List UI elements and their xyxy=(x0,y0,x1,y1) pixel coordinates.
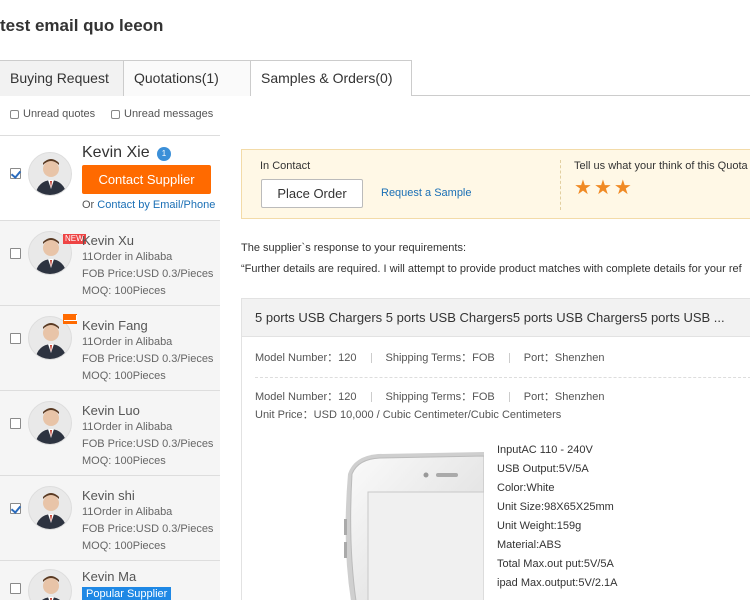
supplier-item[interactable]: Kevin Luo 11Order in Alibaba FOB Price:U… xyxy=(0,391,220,476)
port: Port：Shenzhen xyxy=(523,391,605,403)
feedback-prompt: Tell us what your think of this Quota xyxy=(574,160,748,172)
supplier-item-active[interactable]: Kevin Xie 1 Contact Supplier Or Contact … xyxy=(0,136,220,221)
product-title[interactable]: 5 ports USB Chargers 5 ports USB Charger… xyxy=(242,299,750,337)
supplier-item[interactable]: Kevin Fang 11Order in Alibaba FOB Price:… xyxy=(0,306,220,391)
unit-price: Unit Price：USD 10,000 / Cubic Centimeter… xyxy=(255,409,562,421)
filter-label: Unread quotes xyxy=(23,108,96,120)
place-order-button[interactable]: Place Order xyxy=(261,179,363,208)
contact-alternative: Or Contact by Email/Phone xyxy=(82,199,215,211)
mail-icon xyxy=(63,314,77,324)
port: Port：Shenzhen xyxy=(523,352,605,364)
supplier-name: Kevin Xu xyxy=(82,233,135,248)
unread-quotes-checkbox[interactable] xyxy=(10,109,19,119)
in-contact-panel: In Contact Place Order Request a Sample … xyxy=(241,149,750,219)
feature-item: Color:White xyxy=(497,482,555,494)
feature-item: Total Max.out put:5V/5A xyxy=(497,558,614,570)
response-text: “Further details are required. I will at… xyxy=(241,263,742,275)
supplier-orders: 11Order in Alibaba xyxy=(82,336,173,348)
feature-item: Material:ABS xyxy=(497,539,562,551)
supplier-moq: MOQ: 100Pieces xyxy=(82,540,166,552)
filter-label: Unread messages xyxy=(124,108,214,120)
divider xyxy=(560,160,561,210)
tab-label: Quotations(1) xyxy=(134,70,219,86)
avatar xyxy=(28,569,72,600)
supplier-list: Kevin Xie 1 Contact Supplier Or Contact … xyxy=(0,135,220,600)
popular-supplier-badge: Popular Supplier xyxy=(82,587,172,600)
supplier-name: Kevin Luo xyxy=(82,403,140,418)
tab-samples-orders[interactable]: Samples & Orders(0) xyxy=(250,60,412,96)
avatar xyxy=(28,486,72,530)
supplier-checkbox[interactable] xyxy=(10,168,21,179)
tab-label: Samples & Orders(0) xyxy=(261,70,393,86)
star-icon[interactable]: ★ xyxy=(574,178,592,198)
supplier-checkbox[interactable] xyxy=(10,503,21,514)
unread-messages-checkbox[interactable] xyxy=(111,109,120,119)
tab-quotations[interactable]: Quotations(1) xyxy=(123,60,255,96)
feature-item: Unit Size:98X65X25mm xyxy=(497,501,614,513)
unread-quotes-filter[interactable]: Unread quotes xyxy=(10,108,95,120)
shipping-terms: Shipping Terms：FOB xyxy=(385,391,495,403)
supplier-moq: MOQ: 100Pieces xyxy=(82,370,166,382)
tab-buying-request[interactable]: Buying Request xyxy=(0,60,128,96)
response-heading: The supplier`s response to your requirem… xyxy=(241,242,466,254)
in-contact-label: In Contact xyxy=(260,160,311,172)
supplier-fob-price: FOB Price:USD 0.3/Pieces xyxy=(82,353,214,365)
tab-label: Buying Request xyxy=(10,70,109,86)
supplier-orders: 11Order in Alibaba xyxy=(82,251,173,263)
supplier-moq: MOQ: 100Pieces xyxy=(82,285,166,297)
tab-bar: Buying Request Quotations(1) Samples & O… xyxy=(0,60,750,96)
supplier-moq: MOQ: 100Pieces xyxy=(82,455,166,467)
star-icon[interactable]: ★ xyxy=(614,178,632,198)
contact-supplier-button[interactable]: Contact Supplier xyxy=(82,165,211,194)
feature-item: ipad Max.output:5V/2.1A xyxy=(497,577,618,589)
shipping-terms: Shipping Terms：FOB xyxy=(385,352,495,364)
product-card: 5 ports USB Chargers 5 ports USB Charger… xyxy=(241,298,750,600)
avatar xyxy=(28,152,72,196)
supplier-checkbox[interactable] xyxy=(10,583,21,594)
avatar xyxy=(28,401,72,445)
supplier-checkbox[interactable] xyxy=(10,418,21,429)
supplier-item[interactable]: Kevin shi 11Order in Alibaba FOB Price:U… xyxy=(0,476,220,561)
supplier-fob-price: FOB Price:USD 0.3/Pieces xyxy=(82,268,214,280)
star-icon[interactable]: ★ xyxy=(594,178,612,198)
supplier-name: Kevin shi xyxy=(82,488,135,503)
divider xyxy=(255,377,750,378)
spec-row: Model Number：120 Shipping Terms：FOB Port：S… xyxy=(255,349,604,365)
supplier-name: Kevin Ma xyxy=(82,569,137,584)
supplier-fob-price: FOB Price:USD 0.3/Pieces xyxy=(82,523,214,535)
request-sample-link[interactable]: Request a Sample xyxy=(381,187,472,199)
contact-by-email-link[interactable]: Contact by Email/Phone xyxy=(97,199,215,211)
supplier-name: Kevin Fang xyxy=(82,318,148,333)
feature-item: USB Output:5V/5A xyxy=(497,463,589,475)
verified-icon: 1 xyxy=(157,147,171,161)
supplier-item[interactable]: NEW Kevin Xu 11Order in Alibaba FOB Pric… xyxy=(0,221,220,306)
supplier-checkbox[interactable] xyxy=(10,248,21,259)
feature-item: Unit Weight:159g xyxy=(497,520,582,532)
product-image[interactable] xyxy=(256,434,484,600)
unread-messages-filter[interactable]: Unread messages xyxy=(111,108,213,120)
model-number: Model Number：120 xyxy=(255,391,357,403)
spec-row: Model Number：120 Shipping Terms：FOB Port：S… xyxy=(255,388,604,404)
supplier-item[interactable]: Kevin Ma Popular Supplier xyxy=(0,561,220,600)
supplier-orders: 11Order in Alibaba xyxy=(82,421,173,433)
supplier-name: Kevin Xie xyxy=(82,144,150,161)
rating-stars[interactable]: ★ ★ ★ xyxy=(574,178,632,198)
supplier-checkbox[interactable] xyxy=(10,333,21,344)
feature-item: InputAC 110 - 240V xyxy=(497,444,593,456)
supplier-orders: 11Order in Alibaba xyxy=(82,506,173,518)
model-number: Model Number：120 xyxy=(255,352,357,364)
page-title: test email quo leeon xyxy=(0,16,164,35)
or-text: Or xyxy=(82,199,95,211)
supplier-fob-price: FOB Price:USD 0.3/Pieces xyxy=(82,438,214,450)
